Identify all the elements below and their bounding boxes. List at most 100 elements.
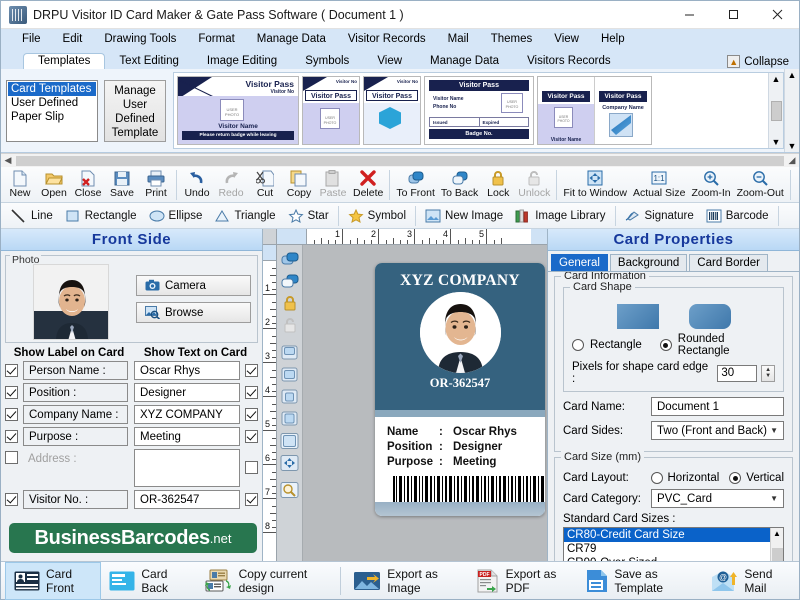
toolbar-actual-size-button[interactable]: 1:1 Actual Size [630, 169, 689, 200]
scroll-down-icon[interactable]: ▼ [772, 137, 781, 147]
draw-ellipse-button[interactable]: Ellipse [143, 209, 209, 223]
ribbon-horizontal-scrollbar[interactable]: ◀ ◢ [1, 153, 799, 167]
toolbar-to-front-button[interactable]: To Front [393, 169, 438, 200]
position-value-input[interactable]: Designer [134, 383, 240, 402]
maximize-button[interactable] [711, 1, 755, 29]
toolbar-save-button[interactable]: Save [105, 169, 139, 200]
card-company-name[interactable]: XYZ COMPANY [375, 263, 545, 290]
menu-themes[interactable]: Themes [480, 33, 544, 45]
standard-card-sizes-listbox[interactable]: CR80-Credit Card Size CR79 CR90-Over Siz… [563, 527, 784, 561]
visitor-no-label-input[interactable]: Visitor No. : [23, 490, 128, 509]
draw-symbol-button[interactable]: Symbol [342, 209, 412, 223]
toolbar-cut-button[interactable]: Cut [248, 169, 282, 200]
purpose-text-checkbox[interactable] [245, 430, 258, 443]
draw-line-button[interactable]: Line [5, 209, 59, 223]
toolbar-fit-to-window-button[interactable]: Fit to Window [560, 169, 630, 200]
side-move-button[interactable] [279, 452, 301, 473]
card-photo[interactable] [420, 292, 501, 373]
position-text-checkbox[interactable] [245, 386, 258, 399]
menu-manage-data[interactable]: Manage Data [246, 33, 337, 45]
pixels-edge-spinner[interactable]: ▲ ▼ [761, 365, 775, 382]
toolbar-print-button[interactable]: Print [139, 169, 173, 200]
side-send-to-back-button[interactable] [279, 271, 301, 292]
rounded-rectangle-shape-preview[interactable] [689, 304, 731, 329]
rectangle-radio[interactable] [572, 339, 584, 351]
side-unlock-button[interactable] [279, 315, 301, 336]
draw-triangle-button[interactable]: Triangle [208, 209, 281, 223]
ribbon-scroll-down-icon[interactable]: ▼ [788, 141, 797, 151]
card-row-name[interactable]: Name : Oscar Rhys [387, 425, 535, 440]
scrollbar-thumb[interactable] [771, 101, 782, 121]
size-option-cr90[interactable]: CR90-Over Sized [564, 556, 770, 561]
purpose-label-checkbox[interactable] [5, 430, 18, 443]
template-option-user-defined[interactable]: User Defined [8, 96, 96, 110]
tab-image-editing[interactable]: Image Editing [193, 53, 291, 69]
position-label-checkbox[interactable] [5, 386, 18, 399]
company-name-label-checkbox[interactable] [5, 408, 18, 421]
menu-view[interactable]: View [543, 33, 590, 45]
size-option-cr79[interactable]: CR79 [564, 542, 770, 556]
template-option-card-templates[interactable]: Card Templates [8, 82, 96, 96]
export-as-pdf-button[interactable]: PDF Export as PDF [468, 563, 579, 599]
toolbar-new-button[interactable]: New [3, 169, 37, 200]
pixels-edge-input[interactable]: 30 [717, 365, 757, 382]
toolbar-paste-button[interactable]: Paste [316, 169, 350, 200]
card-front-button[interactable]: Card Front [5, 562, 101, 600]
purpose-value-input[interactable]: Meeting [134, 427, 240, 446]
menu-visitor-records[interactable]: Visitor Records [337, 33, 437, 45]
company-name-value-input[interactable]: XYZ COMPANY [134, 405, 240, 424]
scroll-up-icon[interactable]: ▲ [772, 74, 781, 84]
properties-tab-card-border[interactable]: Card Border [689, 254, 768, 271]
properties-tab-general[interactable]: General [551, 254, 608, 271]
side-align-middle-button[interactable] [279, 364, 301, 385]
toolbar-delete-button[interactable]: Delete [350, 169, 386, 200]
tab-templates[interactable]: Templates [23, 53, 105, 69]
card-design-canvas[interactable]: XYZ COMPANY [303, 245, 547, 561]
draw-star-button[interactable]: Star [282, 209, 335, 223]
toolbar-to-back-button[interactable]: To Back [438, 169, 481, 200]
new-image-button[interactable]: New Image [419, 209, 509, 223]
address-text-checkbox[interactable] [245, 461, 258, 474]
menu-mail[interactable]: Mail [437, 33, 480, 45]
horizontal-layout-radio[interactable] [651, 472, 663, 484]
person-name-text-checkbox[interactable] [245, 364, 258, 377]
ribbon-outer-scrollbar[interactable]: ▲ ▼ [784, 69, 799, 152]
template-thumbnail-2[interactable]: Visitor No Visitor Pass USERPHOTO [302, 76, 360, 145]
collapse-ribbon-button[interactable]: ▲ Collapse [727, 55, 789, 69]
visitor-no-value-input[interactable]: OR-362547 [134, 490, 240, 509]
side-bring-to-front-button[interactable] [279, 249, 301, 270]
company-name-text-checkbox[interactable] [245, 408, 258, 421]
card-name-input[interactable]: Document 1 [651, 397, 784, 416]
properties-tab-background[interactable]: Background [610, 254, 687, 271]
tab-symbols[interactable]: Symbols [291, 53, 363, 69]
position-label-input[interactable]: Position : [23, 383, 128, 402]
side-lock-button[interactable] [279, 293, 301, 314]
template-thumbnail-3[interactable]: Visitor No Visitor Pass [363, 76, 421, 145]
purpose-label-input[interactable]: Purpose : [23, 427, 128, 446]
template-thumbnail-5[interactable]: Visitor Pass USERPHOTO Visitor Name Visi… [537, 76, 652, 145]
hscroll-resize-grip[interactable]: ◢ [785, 155, 799, 166]
address-value-input[interactable] [134, 449, 240, 487]
tab-text-editing[interactable]: Text Editing [105, 53, 192, 69]
draw-rectangle-button[interactable]: Rectangle [59, 209, 143, 223]
tab-view[interactable]: View [363, 53, 416, 69]
close-button[interactable] [755, 1, 799, 29]
toolbar-open-button[interactable]: Open [37, 169, 71, 200]
card-sides-select[interactable]: Two (Front and Back) ▼ [651, 421, 784, 440]
hscroll-left-icon[interactable]: ◀ [1, 155, 15, 166]
address-label-checkbox[interactable] [5, 451, 18, 464]
hscroll-track[interactable] [16, 156, 784, 166]
toolbar-zoom-out-button[interactable]: Zoom-Out [734, 169, 787, 200]
person-name-label-checkbox[interactable] [5, 364, 18, 377]
template-thumbnail-4[interactable]: Visitor Pass Visitor Name Phone No USERP… [424, 76, 534, 145]
toolbar-redo-button[interactable]: Redo [214, 169, 248, 200]
menu-help[interactable]: Help [590, 33, 636, 45]
browse-button[interactable]: Browse [136, 302, 251, 323]
visitor-no-text-checkbox[interactable] [245, 493, 258, 506]
menu-format[interactable]: Format [187, 33, 245, 45]
card-visitor-number[interactable]: OR-362547 [375, 376, 545, 391]
standard-sizes-scrollbar[interactable]: ▲ ▼ [770, 528, 783, 561]
tab-manage-data[interactable]: Manage Data [416, 53, 513, 69]
tab-visitors-records[interactable]: Visitors Records [513, 53, 625, 69]
person-name-value-input[interactable]: Oscar Rhys [134, 361, 240, 380]
